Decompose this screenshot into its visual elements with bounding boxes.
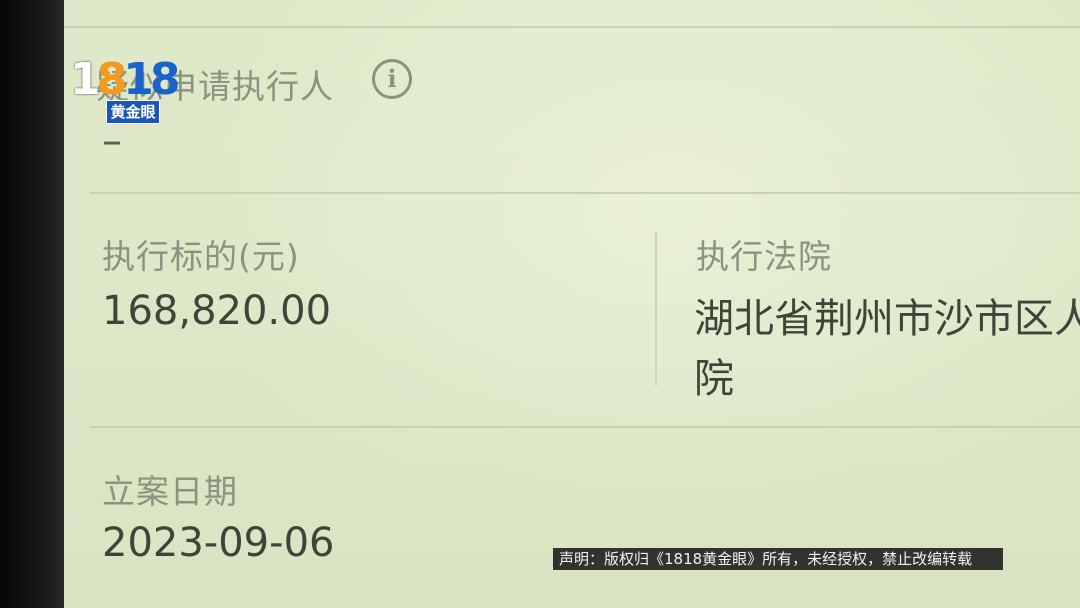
amount-value: 168,820.00 — [102, 288, 332, 334]
logo-digits: 1818 — [70, 54, 181, 105]
broadcaster-logo: 1818 黄金眼 — [70, 58, 181, 124]
copyright-disclaimer: 声明：版权归《1818黄金眼》所有，未经授权，禁止改编转载 — [553, 548, 1003, 570]
top-divider — [64, 26, 1080, 28]
court-label: 执行法院 — [696, 237, 832, 276]
info-icon[interactable]: i — [372, 59, 412, 99]
logo-name: 黄金眼 — [106, 100, 160, 124]
amount-label: 执行标的(元) — [102, 237, 300, 276]
row-divider-1 — [90, 192, 1080, 194]
date-value: 2023-09-06 — [102, 520, 335, 566]
court-value-line1: 湖北省荆州市沙市区人 — [694, 296, 1080, 342]
column-divider — [655, 232, 657, 386]
court-value-line2: 院 — [694, 356, 734, 402]
date-label: 立案日期 — [102, 472, 238, 511]
phone-bezel — [0, 0, 70, 608]
case-detail-screen: 疑似申请执行人 i – 执行标的(元) 168,820.00 执行法院 湖北省荆… — [64, 0, 1080, 608]
applicant-value: – — [102, 118, 122, 164]
row-divider-2 — [90, 426, 1080, 428]
